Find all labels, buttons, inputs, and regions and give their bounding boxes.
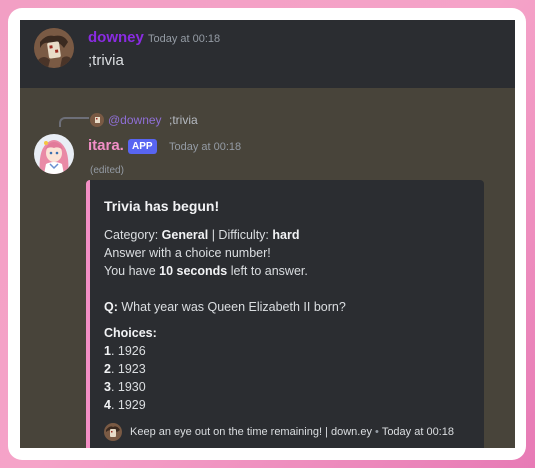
app-badge: APP (128, 139, 157, 154)
choice-item: 1. 1926 (104, 344, 146, 358)
footer-separator: • (374, 426, 379, 438)
embed-footer: Keep an eye out on the time remaining! |… (130, 426, 454, 438)
question-line: Q: What year was Queen Elizabeth II born… (104, 300, 346, 314)
category-value: General (161, 228, 209, 242)
time-prefix: You have (104, 264, 160, 278)
time-suffix: left to answer. (227, 264, 308, 278)
reply-avatar[interactable] (90, 113, 104, 127)
chat-area: downey Today at 00:18 ;trivia @downey ;t… (20, 20, 515, 448)
choice-item: 2. 1923 (104, 362, 146, 376)
difficulty-value: hard (272, 228, 300, 242)
reply-username[interactable]: @downey (108, 113, 162, 127)
reply-connector (59, 117, 89, 127)
timestamp[interactable]: Today at 00:18 (169, 141, 241, 153)
username-downey[interactable]: downey (88, 29, 144, 46)
question-text: What year was Queen Elizabeth II born? (117, 300, 346, 314)
edited-label[interactable]: (edited) (90, 165, 124, 176)
trivia-embed: Trivia has begun! Category: General | Di… (86, 180, 484, 448)
difficulty-label: | Difficulty: (208, 228, 273, 242)
choices-header: Choices: (104, 326, 157, 340)
message-downey[interactable]: downey Today at 00:18 ;trivia (20, 20, 515, 88)
footer-text: Keep an eye out on the time remaining! |… (130, 426, 372, 438)
time-value: 10 seconds (159, 264, 228, 278)
instruction-line: Answer with a choice number! (104, 246, 271, 260)
message-content: ;trivia (88, 52, 124, 69)
footer-icon (104, 423, 122, 441)
avatar-itara[interactable] (34, 134, 74, 174)
question-label: Q: (104, 300, 118, 314)
timestamp[interactable]: Today at 00:18 (148, 33, 220, 45)
category-line: Category: General | Difficulty: hard (104, 228, 299, 242)
reply-content[interactable]: ;trivia (169, 113, 198, 127)
choice-item: 4. 1929 (104, 398, 146, 412)
footer-timestamp: Today at 00:18 (381, 426, 454, 438)
time-line: You have 10 seconds left to answer. (104, 264, 308, 278)
embed-title: Trivia has begun! (104, 198, 220, 214)
category-label: Category: (104, 228, 162, 242)
avatar-downey[interactable] (34, 28, 74, 68)
username-itara[interactable]: itara. (88, 137, 124, 154)
choice-item: 3. 1930 (104, 380, 146, 394)
message-itara[interactable]: @downey ;trivia itara. APP Today at 00:1… (20, 88, 515, 448)
